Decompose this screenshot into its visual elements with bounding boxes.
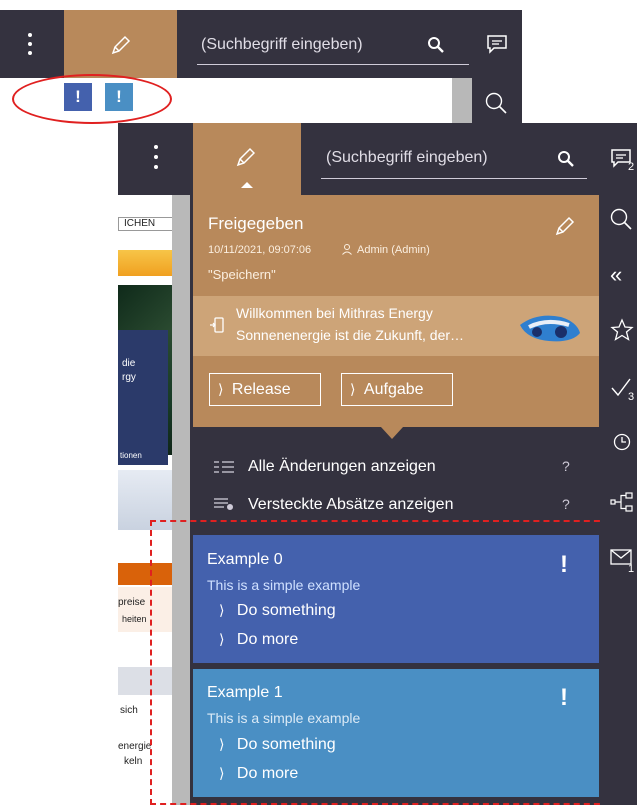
highlight-box xyxy=(150,520,610,805)
site-snippet-6: sich xyxy=(120,705,138,716)
rail-star-icon[interactable] xyxy=(610,318,634,342)
status-user: Admin (Admin) xyxy=(357,244,430,256)
task-button-label: Aufgabe xyxy=(363,381,424,398)
page-item-subtitle: Sonnenenergie ist die Zukunft, der… xyxy=(236,327,465,343)
main-search-icon[interactable] xyxy=(557,150,575,168)
main-search-input[interactable]: (Suchbegriff eingeben) xyxy=(326,149,488,167)
list-changes-icon xyxy=(214,461,234,473)
page-link-icon xyxy=(210,317,224,333)
release-button[interactable]: ⟩ Release xyxy=(209,373,321,406)
release-chevron-icon: ⟩ xyxy=(218,381,224,397)
highlight-circle xyxy=(12,74,172,124)
site-snippet-3: tionen xyxy=(120,451,142,460)
main-menu-kebab-icon[interactable] xyxy=(153,145,159,171)
site-nav-text: ICHEN xyxy=(124,218,156,229)
rail-search-icon[interactable] xyxy=(609,207,633,231)
main-pencil-icon xyxy=(236,147,256,167)
task-chevron-icon: ⟩ xyxy=(350,381,356,397)
rail-collapse-icon[interactable]: « xyxy=(610,262,622,288)
option-show-changes[interactable]: Alle Änderungen anzeigen xyxy=(248,458,436,476)
top-comment-icon[interactable] xyxy=(486,33,508,55)
top-rail-search-icon[interactable] xyxy=(484,91,508,115)
status-card-pointer-icon xyxy=(381,427,403,439)
status-comment: "Speichern" xyxy=(208,267,276,282)
edit-tab-caret-icon xyxy=(241,182,253,188)
site-snippet-5: heiten xyxy=(122,614,147,624)
user-icon xyxy=(342,244,352,255)
option-hidden-paragraphs-help[interactable]: ? xyxy=(562,496,570,512)
rail-history-icon[interactable] xyxy=(612,432,632,452)
release-button-label: Release xyxy=(231,381,291,398)
option-hidden-paragraphs[interactable]: Versteckte Absätze anzeigen xyxy=(248,496,453,514)
top-scroll-strip xyxy=(452,78,472,123)
task-button[interactable]: ⟩ Aufgabe xyxy=(341,373,453,406)
page-thumbnail xyxy=(520,315,580,342)
page-item-title: Willkommen bei Mithras Energy xyxy=(236,305,433,321)
main-search-underline xyxy=(321,178,587,179)
rail-comment-badge: 2 xyxy=(628,161,635,173)
status-edit-icon[interactable] xyxy=(554,215,576,237)
site-snippet-7: energie xyxy=(118,741,152,752)
top-menu-kebab-icon[interactable] xyxy=(27,33,33,57)
rail-structure-icon[interactable] xyxy=(610,492,634,512)
site-snippet-1: die xyxy=(122,358,136,369)
site-snippet-4: preise xyxy=(118,597,146,608)
top-pencil-icon xyxy=(111,35,131,55)
rail-mail-badge: 1 xyxy=(628,563,635,575)
site-snippet-8: keln xyxy=(124,756,143,767)
site-snippet-2: rgy xyxy=(122,372,136,383)
top-search-icon[interactable] xyxy=(427,36,445,54)
option-show-changes-help[interactable]: ? xyxy=(562,458,570,474)
rail-check-badge: 3 xyxy=(628,391,635,403)
top-search-input[interactable]: (Suchbegriff eingeben) xyxy=(201,36,363,54)
status-datetime: 10/11/2021, 09:07:06 xyxy=(208,244,312,256)
hidden-paragraphs-icon xyxy=(214,498,233,510)
status-title: Freigegeben xyxy=(208,214,304,233)
top-search-underline xyxy=(197,64,469,65)
